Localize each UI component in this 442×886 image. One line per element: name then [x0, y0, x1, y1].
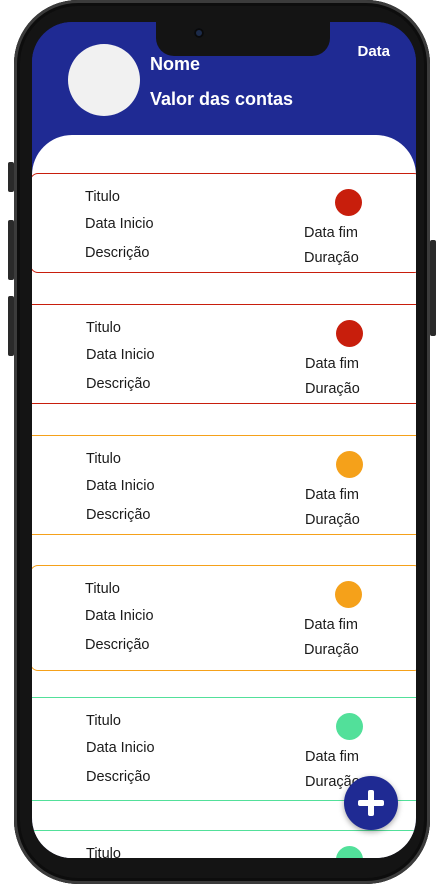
- list-item[interactable]: Titulo: [32, 830, 416, 858]
- card-title: Titulo: [86, 451, 121, 467]
- card-duration: Duração: [305, 381, 360, 397]
- volume-up-button: [8, 220, 14, 280]
- card-title: Titulo: [86, 713, 121, 729]
- status-dot-icon: [335, 581, 362, 608]
- card-start-date: Data Inicio: [86, 740, 155, 756]
- list-item[interactable]: Titulo Data Inicio Descrição Data fim Du…: [32, 435, 416, 535]
- card-start-date: Data Inicio: [86, 478, 155, 494]
- status-dot-icon: [335, 189, 362, 216]
- add-button[interactable]: [344, 776, 398, 830]
- card-end-date: Data fim: [305, 749, 359, 765]
- card-duration: Duração: [305, 512, 360, 528]
- status-dot-icon: [336, 713, 363, 740]
- card-start-date: Data Inicio: [86, 347, 155, 363]
- list-item[interactable]: Titulo Data Inicio Descrição Data fim Du…: [32, 304, 416, 404]
- status-dot-icon: [336, 320, 363, 347]
- card-start-date: Data Inicio: [85, 608, 154, 624]
- user-name: Nome: [150, 54, 201, 74]
- card-description: Descrição: [86, 769, 151, 785]
- card-description: Descrição: [85, 637, 150, 653]
- card-description: Descrição: [85, 245, 150, 261]
- power-button: [430, 240, 436, 336]
- content-sheet: Titulo Data Inicio Descrição Data fim Du…: [32, 135, 416, 858]
- card-title: Titulo: [86, 320, 121, 336]
- accounts-total: Valor das contas: [150, 89, 294, 109]
- status-dot-icon: [336, 846, 363, 858]
- card-end-date: Data fim: [304, 617, 358, 633]
- header-date: Data: [357, 43, 390, 60]
- card-end-date: Data fim: [305, 487, 359, 503]
- card-end-date: Data fim: [304, 225, 358, 241]
- volume-down-button: [8, 296, 14, 356]
- notch: [156, 22, 330, 56]
- card-title: Titulo: [85, 189, 120, 205]
- status-dot-icon: [336, 451, 363, 478]
- app-screen: Nome Valor das contas Data Titulo Data I…: [32, 22, 416, 858]
- list-item[interactable]: Titulo Data Inicio Descrição Data fim Du…: [32, 173, 416, 273]
- list-item[interactable]: Titulo Data Inicio Descrição Data fim Du…: [32, 565, 416, 671]
- card-end-date: Data fim: [305, 356, 359, 372]
- camera-icon: [194, 28, 204, 38]
- card-duration: Duração: [304, 250, 359, 266]
- card-title: Titulo: [85, 581, 120, 597]
- card-description: Descrição: [86, 507, 151, 523]
- avatar[interactable]: [68, 44, 140, 116]
- card-start-date: Data Inicio: [85, 216, 154, 232]
- card-duration: Duração: [304, 642, 359, 658]
- card-title: Titulo: [86, 846, 121, 858]
- mute-switch: [8, 162, 14, 192]
- card-description: Descrição: [86, 376, 151, 392]
